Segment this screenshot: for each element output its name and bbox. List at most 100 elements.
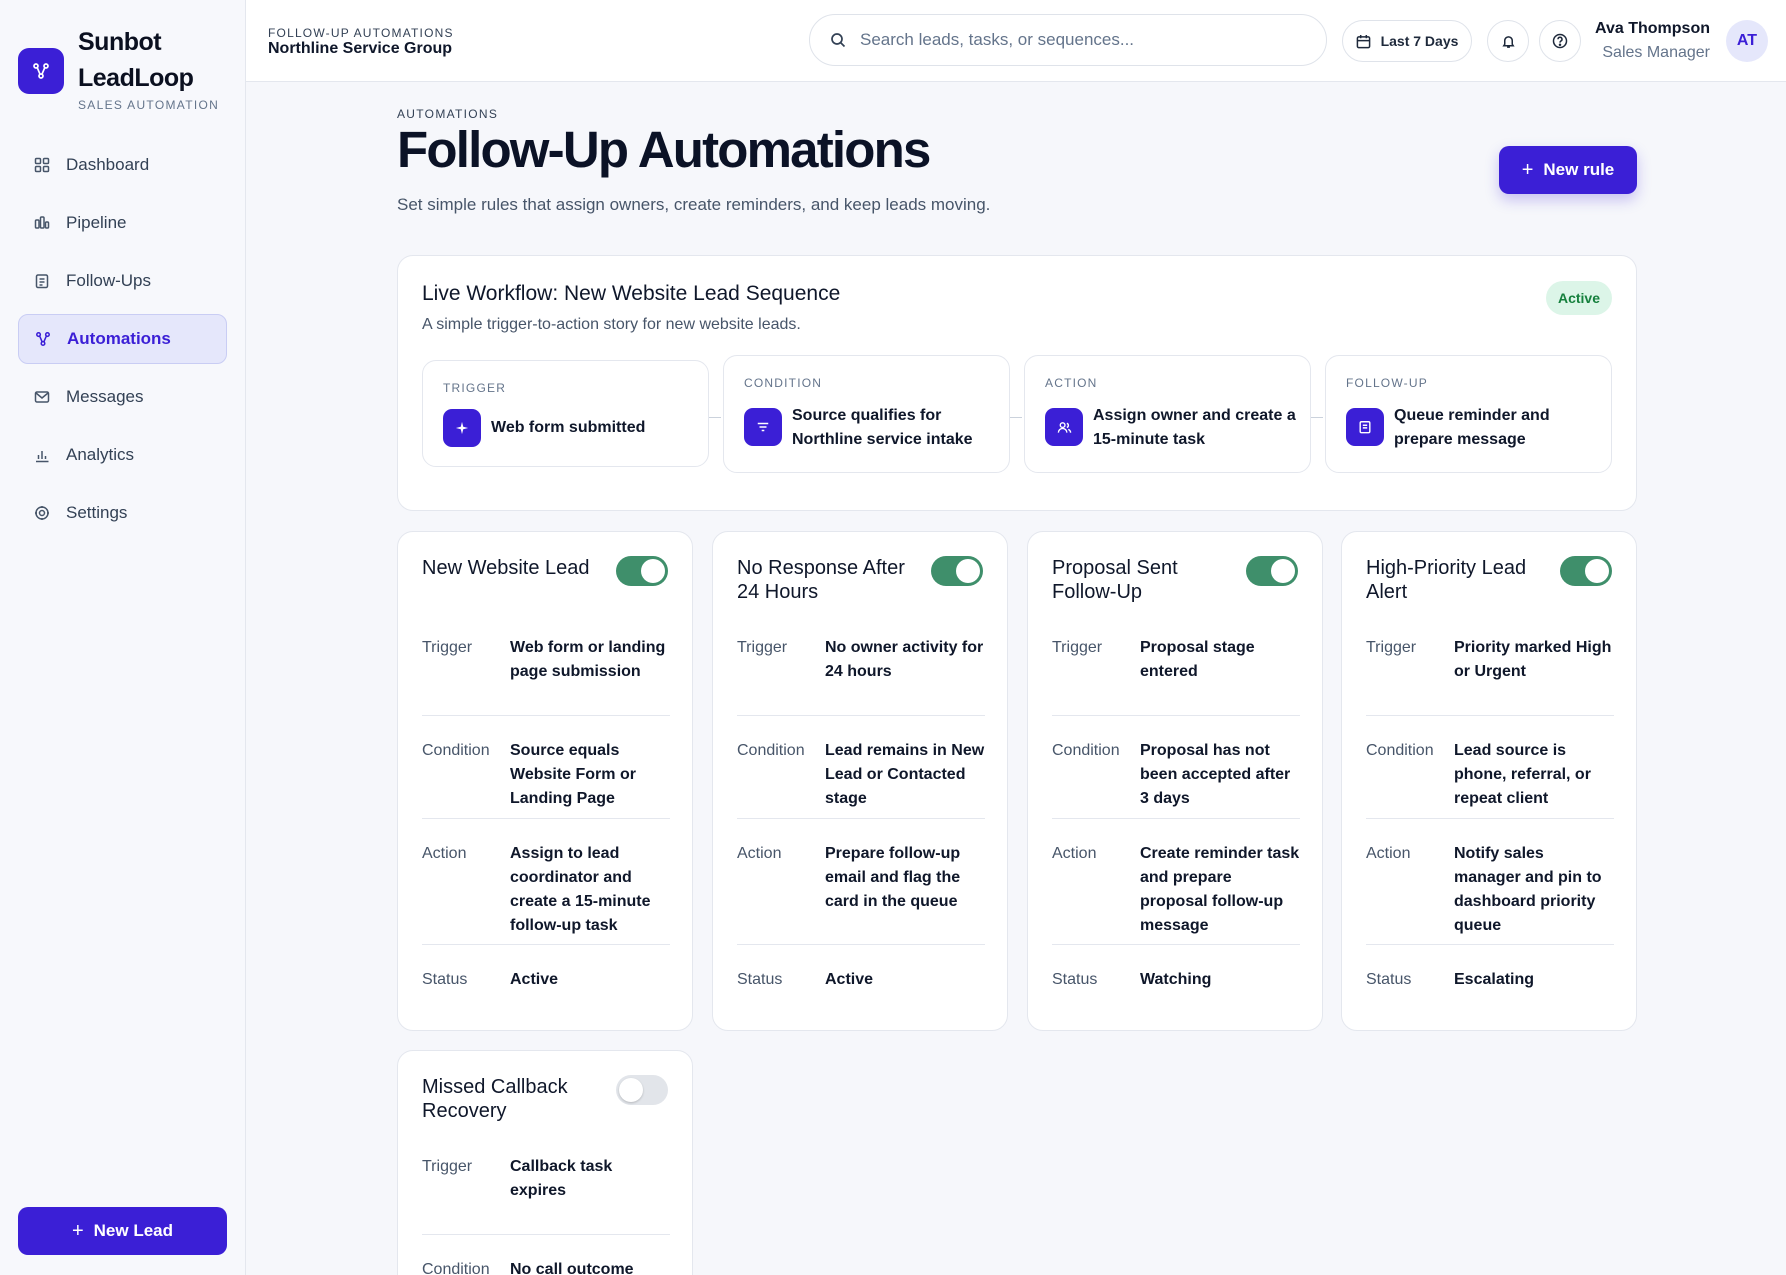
row-label: Status	[1052, 971, 1098, 988]
rule-row-condition: Condition Lead remains in New Lead or Co…	[737, 739, 985, 819]
row-value: Proposal has not been accepted after 3 d…	[1140, 742, 1291, 807]
step-kicker: TRIGGER	[443, 381, 507, 395]
step-connector	[1311, 417, 1323, 418]
sidebar-item-label: Dashboard	[66, 155, 150, 174]
step-connector	[709, 417, 721, 418]
workflow-step-follow-up[interactable]: FOLLOW-UP Queue reminder and prepare mes…	[1325, 355, 1612, 473]
row-value: Web form or landing page submission	[510, 639, 666, 680]
workflow-step-trigger[interactable]: TRIGGER Web form submitted	[422, 360, 709, 467]
sparkle-icon	[443, 409, 481, 447]
sidebar: Sunbot LeadLoop SALES AUTOMATION Dashboa…	[0, 0, 246, 1275]
workflow-step-action[interactable]: ACTION Assign owner and create a 15-minu…	[1024, 355, 1311, 473]
user-name: Ava Thompson	[1595, 20, 1710, 37]
row-label: Trigger	[1366, 639, 1417, 656]
rule-row-action: Action Create reminder task and prepare …	[1052, 842, 1300, 945]
sidebar-item-label: Analytics	[66, 445, 135, 464]
row-value: No owner activity for 24 hours	[825, 639, 984, 680]
row-label: Condition	[422, 742, 490, 759]
sidebar-item-automations[interactable]: Automations	[18, 314, 227, 364]
rule-row-condition: Condition Proposal has not been accepted…	[1052, 739, 1300, 819]
rule-row-action: Action Notify sales manager and pin to d…	[1366, 842, 1614, 945]
workflow-subtitle: A simple trigger-to-action story for new…	[422, 316, 801, 333]
topbar: FOLLOW-UP AUTOMATIONS Northline Service …	[246, 0, 1786, 82]
rule-row-condition: Condition Source equals Website Form or …	[422, 739, 670, 819]
row-label: Status	[422, 971, 468, 988]
sidebar-item-label: Settings	[66, 503, 128, 522]
row-value: Watching	[1140, 971, 1212, 988]
row-value: No call outcome	[510, 1261, 634, 1275]
sidebar-item-settings[interactable]: Settings	[18, 488, 227, 538]
rule-toggle[interactable]	[616, 1075, 668, 1105]
row-value: Escalating	[1454, 971, 1535, 988]
rule-row-trigger: Trigger Web form or landing page submiss…	[422, 636, 670, 716]
rule-card-high-priority[interactable]: High-Priority Lead Alert Trigger Priorit…	[1341, 531, 1637, 1031]
row-label: Trigger	[1052, 639, 1103, 656]
rule-row-action: Action Assign to lead coordinator and cr…	[422, 842, 670, 945]
users-icon	[1045, 408, 1083, 446]
sidebar-item-analytics[interactable]: Analytics	[18, 430, 227, 480]
search-box[interactable]	[809, 14, 1327, 66]
rule-card-new-website-lead[interactable]: New Website Lead Trigger Web form or lan…	[397, 531, 693, 1031]
sidebar-item-pipeline[interactable]: Pipeline	[18, 198, 227, 248]
row-label: Trigger	[737, 639, 788, 656]
row-value: Active	[510, 971, 559, 988]
rule-row-trigger: Trigger No owner activity for 24 hours	[737, 636, 985, 716]
row-value: Source equals Website Form or Landing Pa…	[510, 742, 636, 807]
sidebar-item-messages[interactable]: Messages	[18, 372, 227, 422]
rule-title: Missed Callback Recovery	[422, 1076, 568, 1122]
search-input[interactable]	[860, 30, 1280, 50]
notifications-button[interactable]	[1487, 20, 1529, 62]
date-range-label: Last 7 Days	[1380, 33, 1459, 49]
row-label: Action	[1052, 845, 1097, 862]
automations-logo-icon	[33, 63, 49, 79]
sidebar-item-label: Messages	[66, 387, 144, 406]
rule-row-trigger: Trigger Callback task expires	[422, 1155, 670, 1235]
step-kicker: ACTION	[1045, 376, 1098, 390]
plus-icon: +	[1521, 158, 1534, 181]
rule-row-condition: Condition Lead source is phone, referral…	[1366, 739, 1614, 819]
step-text: Source qualifies for Northline service i…	[792, 407, 973, 448]
settings-icon	[32, 503, 52, 523]
clipboard-icon	[1346, 408, 1384, 446]
rule-row-trigger: Trigger Proposal stage entered	[1052, 636, 1300, 716]
bell-icon	[1501, 35, 1515, 48]
live-workflow-panel: Live Workflow: New Website Lead Sequence…	[397, 255, 1637, 511]
sidebar-item-dashboard[interactable]: Dashboard	[18, 140, 227, 190]
workflow-step-condition[interactable]: CONDITION Source qualifies for Northline…	[723, 355, 1010, 473]
row-label: Action	[422, 845, 467, 862]
rule-toggle[interactable]	[616, 556, 668, 586]
brand-name-line2: LeadLoop	[78, 64, 194, 92]
calendar-icon	[1356, 34, 1370, 48]
sidebar-item-label: Automations	[67, 329, 171, 348]
rule-row-status: Status Active	[422, 968, 670, 998]
step-kicker: CONDITION	[744, 376, 823, 390]
row-value: Lead source is phone, referral, or repea…	[1454, 742, 1591, 807]
rule-card-proposal-sent[interactable]: Proposal Sent Follow-Up Trigger Proposal…	[1027, 531, 1323, 1031]
brand: Sunbot LeadLoop SALES AUTOMATION	[18, 24, 219, 112]
new-lead-button[interactable]: + New Lead	[18, 1207, 227, 1255]
rule-card-no-response[interactable]: No Response After 24 Hours Trigger No ow…	[712, 531, 1008, 1031]
step-kicker: FOLLOW-UP	[1346, 376, 1428, 390]
topbar-kicker: FOLLOW-UP AUTOMATIONS	[268, 26, 454, 40]
rule-toggle[interactable]	[931, 556, 983, 586]
step-text: Assign owner and create a 15-minute task	[1093, 407, 1296, 448]
row-label: Trigger	[422, 639, 473, 656]
rule-toggle[interactable]	[1246, 556, 1298, 586]
rule-row-status: Status Escalating	[1366, 968, 1614, 998]
new-rule-button[interactable]: + New rule	[1499, 146, 1637, 194]
date-range-button[interactable]: Last 7 Days	[1342, 20, 1472, 62]
status-badge: Active	[1545, 281, 1612, 315]
sidebar-item-follow-ups[interactable]: Follow-Ups	[18, 256, 227, 306]
row-label: Action	[1366, 845, 1411, 862]
rule-row-condition: Condition No call outcome	[422, 1258, 670, 1275]
avatar[interactable]: AT	[1726, 20, 1768, 62]
row-value: Priority marked High or Urgent	[1454, 639, 1612, 680]
help-button[interactable]	[1539, 20, 1581, 62]
rule-card-missed-callback[interactable]: Missed Callback Recovery Trigger Callbac…	[397, 1050, 693, 1275]
rule-toggle[interactable]	[1560, 556, 1612, 586]
workflow-title: Live Workflow: New Website Lead Sequence	[422, 282, 841, 305]
plus-icon: +	[71, 1219, 84, 1242]
pipeline-icon	[32, 213, 52, 233]
help-icon	[1552, 33, 1568, 49]
rule-row-action: Action Prepare follow-up email and flag …	[737, 842, 985, 945]
